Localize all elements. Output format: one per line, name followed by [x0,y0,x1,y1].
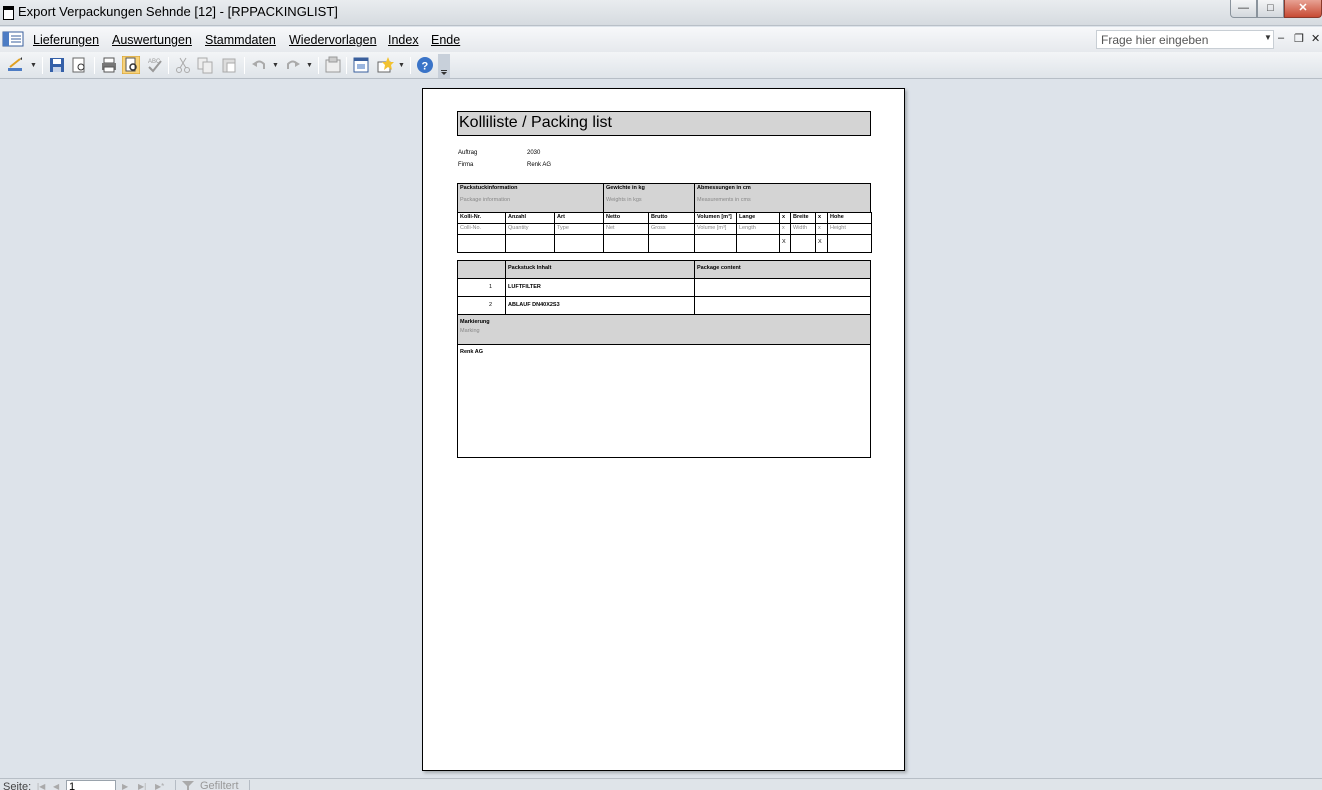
data-cell-kolli [457,234,506,253]
file-search-icon[interactable] [70,56,88,74]
print-preview-icon[interactable] [122,56,140,74]
redo-icon[interactable] [284,56,302,74]
toolbar-separator [42,57,43,74]
mdi-restore-button[interactable]: ❐ [1294,32,1304,45]
undo-dropdown-icon[interactable]: ▼ [272,62,279,69]
firma-value: Renk AG [527,162,552,168]
data-cell-brutto [648,234,695,253]
data-cell-art [554,234,604,253]
section-weights-en: Weights in kgs [606,197,642,203]
report-title: Kolliliste / Packing list [457,111,871,136]
toolbar-separator [346,57,347,74]
firma-label: Firma [458,162,474,168]
section-weights-label: Gewichte in kg [606,185,645,191]
view-dropdown-icon[interactable]: ▼ [30,62,37,69]
mdi-minimize-button[interactable]: – [1278,32,1284,44]
help-search-input[interactable]: Frage hier eingeben [1096,30,1274,49]
auftrag-label: Auftrag [458,150,478,156]
new-object-icon[interactable] [376,56,394,74]
content-row-1-no: 1 [457,278,506,297]
title-bar: Export Verpackungen Sehnde [12] - [RPPAC… [0,0,1322,26]
prev-page-icon[interactable]: ◀ [53,782,59,790]
page-label: Seite: [3,781,32,790]
section-package-info: Packstuckinformation Package information [457,183,604,213]
menu-wiedervorlagen[interactable]: Wiedervorlagen [289,33,377,47]
cut-icon[interactable] [174,56,192,74]
svg-text:?: ? [422,61,429,73]
menu-lieferungen[interactable]: Lieferungen [33,33,99,47]
toolbar: ▼ ABC ▼ ▼ ▼ ? [0,52,1322,79]
toolbar-separator [94,57,95,74]
filter-label: Gefiltert [200,780,239,790]
section-package-info-en: Package information [460,197,511,203]
print-icon[interactable] [100,56,118,74]
marking-label-en: Marking [460,328,480,334]
app-icon [3,6,14,20]
data-cell-volumen [694,234,737,253]
data-cell-breite [790,234,816,253]
data-cell-hohe [827,234,872,253]
close-button[interactable]: ✕ [1284,0,1322,18]
section-dimensions: Abmessungen in cm Measurements in cms [694,183,871,213]
data-cell-lange [736,234,780,253]
design-view-icon[interactable] [6,56,24,74]
marking-value: Renk AG [457,344,871,458]
new-record-icon[interactable]: ▶* [155,782,164,790]
content-no-header [457,260,506,279]
copy-icon[interactable] [196,56,214,74]
data-cell-netto [603,234,649,253]
filter-status[interactable]: Gefiltert [175,780,250,790]
content-row-2-en [694,296,871,315]
form-menu-icon[interactable] [2,31,24,47]
help-icon[interactable]: ? [416,56,434,74]
menu-bar: Lieferungen Auswertungen Stammdaten Wied… [0,27,1322,52]
menu-stammdaten[interactable]: Stammdaten [205,33,276,47]
auftrag-value: 2030 [527,150,541,156]
filter-icon [182,781,194,790]
minimize-button[interactable]: — [1230,0,1257,18]
section-weights: Gewichte in kg Weights in kgs [603,183,695,213]
toolbar-separator [410,57,411,74]
paste-icon[interactable] [220,56,238,74]
section-dimensions-label: Abmessungen in cm [697,185,751,191]
database-window-icon[interactable] [352,56,370,74]
content-header-en: Package content [694,260,871,279]
toolbar-separator [318,57,319,74]
help-dropdown-icon[interactable]: ▼ [1264,33,1272,42]
next-page-icon[interactable]: ▶ [122,782,128,790]
content-row-1-en [694,278,871,297]
first-page-icon[interactable]: |◀ [37,782,45,790]
report-page: Kolliliste / Packing list Auftrag 2030 F… [422,88,905,771]
undo-icon[interactable] [250,56,268,74]
window-title: Export Verpackungen Sehnde [12] - [RPPAC… [18,4,338,19]
menu-index[interactable]: Index [388,33,419,47]
spelling-icon[interactable]: ABC [146,56,164,74]
section-dimensions-en: Measurements in cms [697,197,751,203]
section-package-info-label: Packstuckinformation [460,185,518,191]
content-row-1-text: LUFTFILTER [505,278,695,297]
toolbar-separator [244,57,245,74]
menu-auswertungen[interactable]: Auswertungen [112,33,192,47]
toolbar-separator [168,57,169,74]
mdi-close-button[interactable]: ✕ [1311,32,1320,45]
properties-icon[interactable] [324,56,342,74]
menu-ende[interactable]: Ende [431,33,460,47]
save-icon[interactable] [48,56,66,74]
content-header-de: Packstuck Inhalt [505,260,695,279]
new-object-dropdown-icon[interactable]: ▼ [398,62,405,69]
maximize-button[interactable]: □ [1257,0,1284,18]
page-number-input[interactable]: 1 [66,780,116,790]
redo-dropdown-icon[interactable]: ▼ [306,62,313,69]
marking-label: Markierung [460,319,490,325]
status-bar: Seite: |◀ ◀ 1 ▶ ▶| ▶* Gefiltert [0,778,1322,790]
toolbar-options-icon[interactable] [438,54,450,78]
content-row-2-text: ABLAUF DN40X2S3 [505,296,695,315]
marking-header: Markierung Marking [457,314,871,345]
content-row-2-no: 2 [457,296,506,315]
last-page-icon[interactable]: ▶| [138,782,146,790]
data-cell-anzahl [505,234,555,253]
